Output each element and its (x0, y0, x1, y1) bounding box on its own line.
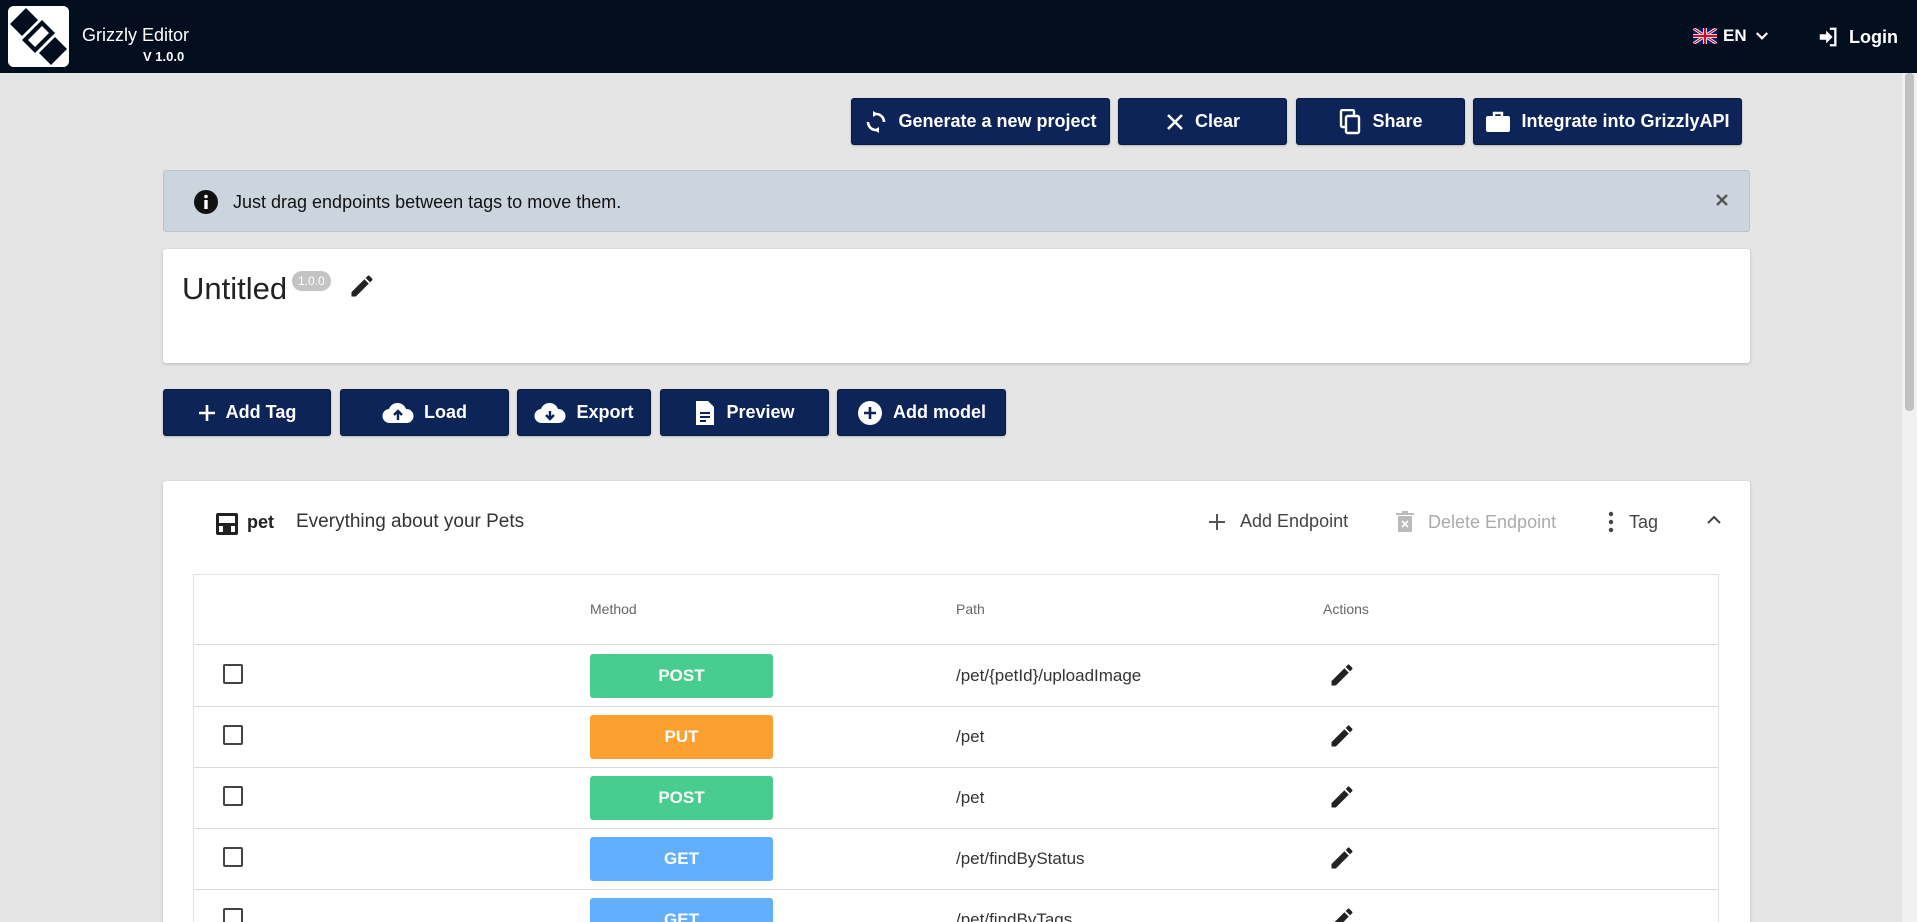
copy-icon (1340, 108, 1361, 134)
chevron-down-icon (1755, 32, 1768, 40)
path-column-header: Path (956, 601, 985, 617)
delete-endpoint-button[interactable]: Delete Endpoint (1396, 511, 1556, 533)
language-label: EN (1723, 26, 1747, 45)
row-checkbox[interactable] (223, 786, 243, 806)
endpoint-path: /pet (956, 788, 985, 807)
cloud-upload-icon (382, 402, 414, 423)
table-row[interactable]: POST /pet (194, 768, 1718, 829)
delete-icon (1396, 511, 1414, 532)
integrate-label: Integrate into GrizzlyAPI (1521, 111, 1730, 131)
add-tag-button[interactable]: Add Tag (163, 389, 331, 436)
add-circle-icon (858, 400, 882, 425)
tag-card-pet: pet Everything about your Pets Add Endpo… (163, 481, 1750, 922)
close-alert-icon[interactable] (1709, 187, 1735, 213)
table-row[interactable]: PUT /pet (194, 707, 1718, 768)
scrollbar-thumb[interactable] (1905, 73, 1914, 411)
add-endpoint-label: Add Endpoint (1240, 511, 1349, 531)
table-row[interactable]: POST /pet/{petId}/uploadImage (194, 646, 1718, 707)
method-badge[interactable]: GET (590, 837, 773, 881)
share-label: Share (1372, 111, 1423, 131)
edit-icon[interactable] (1328, 844, 1356, 872)
row-checkbox[interactable] (223, 847, 243, 867)
login-icon (1819, 27, 1837, 47)
edit-project-icon[interactable] (348, 272, 376, 300)
info-alert: Just drag endpoints between tags to move… (163, 170, 1750, 232)
edit-icon[interactable] (1328, 905, 1356, 922)
alert-text: Just drag endpoints between tags to move… (233, 192, 622, 212)
tag-menu-label: Tag (1629, 511, 1659, 532)
briefcase-icon (1486, 111, 1511, 132)
integrate-button[interactable]: Integrate into GrizzlyAPI (1473, 98, 1742, 145)
login-label: Login (1849, 26, 1898, 47)
project-card: Untitled 1.0.0 (163, 249, 1750, 363)
chevron-up-icon[interactable] (1704, 510, 1724, 530)
edit-icon[interactable] (1328, 661, 1356, 689)
inbox-icon (216, 513, 238, 535)
preview-label: Preview (726, 402, 795, 422)
endpoint-path: /pet/findByStatus (956, 849, 1085, 868)
edit-icon[interactable] (1328, 783, 1356, 811)
app-name: Grizzly Editor (82, 25, 190, 45)
method-column-header: Method (590, 601, 637, 617)
method-badge[interactable]: POST (590, 654, 773, 698)
tag-header[interactable]: pet Everything about your Pets Add Endpo… (163, 481, 1750, 561)
grizzly-logo[interactable] (8, 6, 69, 67)
add-tag-label: Add Tag (225, 402, 297, 422)
login-button[interactable]: Login (1817, 26, 1898, 48)
tag-name: pet (247, 512, 274, 532)
refresh-icon (867, 110, 886, 133)
generate-project-label: Generate a new project (898, 111, 1097, 131)
method-badge[interactable]: PUT (590, 715, 773, 759)
close-icon (1167, 113, 1183, 130)
add-model-label: Add model (893, 402, 986, 422)
app-version: V 1.0.0 (143, 49, 185, 64)
share-button[interactable]: Share (1296, 98, 1465, 145)
endpoint-path: /pet (956, 727, 985, 746)
preview-button[interactable]: Preview (660, 389, 829, 436)
add-model-button[interactable]: Add model (837, 389, 1006, 436)
plus-icon (198, 404, 215, 421)
table-row[interactable]: GET /pet/findByTags (194, 890, 1718, 922)
delete-endpoint-label: Delete Endpoint (1428, 511, 1557, 532)
row-checkbox[interactable] (223, 664, 243, 684)
top-bar: Grizzly Editor V 1.0.0 EN Login (0, 0, 1917, 73)
tag-menu-button[interactable]: Tag (1607, 511, 1658, 533)
cloud-download-icon (534, 402, 566, 423)
more-vert-icon (1608, 511, 1614, 533)
language-selector[interactable]: EN (1693, 26, 1771, 46)
info-icon (194, 190, 218, 214)
tag-description: Everything about your Pets (296, 511, 525, 532)
add-endpoint-button[interactable]: Add Endpoint (1208, 511, 1348, 532)
plus-icon (1209, 513, 1225, 530)
load-label: Load (424, 402, 467, 422)
endpoints-table: Method Path Actions POST /pet/{petId}/up… (193, 574, 1719, 922)
document-icon (696, 400, 715, 425)
generate-project-button[interactable]: Generate a new project (851, 98, 1110, 145)
endpoint-path: /pet/{petId}/uploadImage (956, 666, 1142, 685)
version-badge: 1.0.0 (292, 271, 331, 291)
page-scrollbar[interactable] (1902, 73, 1917, 922)
table-row[interactable]: GET /pet/findByStatus (194, 829, 1718, 890)
uk-flag-icon (1693, 28, 1717, 44)
endpoint-path: /pet/findByTags (956, 910, 1073, 922)
method-badge[interactable]: GET (590, 898, 773, 922)
project-title: Untitled (182, 271, 288, 306)
clear-button[interactable]: Clear (1118, 98, 1287, 145)
method-badge[interactable]: POST (590, 776, 773, 820)
edit-icon[interactable] (1328, 722, 1356, 750)
table-header: Method Path Actions (194, 575, 1718, 645)
clear-label: Clear (1194, 111, 1241, 131)
export-button[interactable]: Export (517, 389, 651, 436)
load-button[interactable]: Load (340, 389, 509, 436)
row-checkbox[interactable] (223, 908, 243, 922)
row-checkbox[interactable] (223, 725, 243, 745)
export-label: Export (576, 402, 634, 422)
actions-column-header: Actions (1323, 601, 1369, 617)
